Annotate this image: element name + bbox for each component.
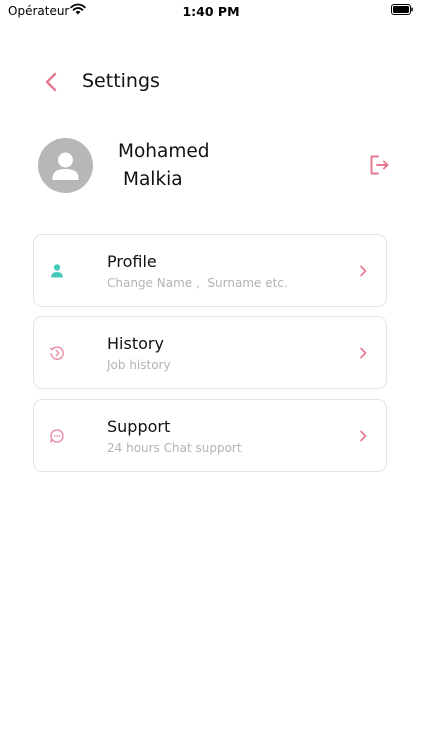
page-title: Settings <box>82 70 160 92</box>
status-time: 1:40 PM <box>182 4 240 19</box>
user-first-name: Mohamed <box>118 141 210 162</box>
menu-item-title: History <box>107 334 164 353</box>
user-last-name: Malkia <box>123 169 183 190</box>
menu-item-subtitle: 24 hours Chat support <box>107 441 242 455</box>
menu-item-title: Profile <box>107 252 157 271</box>
menu-item-profile[interactable]: Profile Change Name , Surname etc. <box>33 234 387 307</box>
status-bar: Opérateur 1:40 PM <box>0 0 422 24</box>
chat-icon <box>50 429 64 443</box>
history-icon <box>49 346 64 360</box>
menu-item-subtitle: Job history <box>107 358 171 372</box>
chevron-right-icon <box>360 265 367 277</box>
user-icon <box>51 264 63 278</box>
logout-button[interactable] <box>368 154 392 176</box>
menu-item-title: Support <box>107 417 171 436</box>
chevron-left-icon <box>45 72 57 92</box>
menu-item-history[interactable]: History Job history <box>33 316 387 389</box>
chevron-right-icon <box>360 430 367 442</box>
person-icon <box>52 152 79 180</box>
back-button[interactable] <box>38 68 64 96</box>
menu-item-subtitle: Change Name , Surname etc. <box>107 276 288 290</box>
menu-item-support[interactable]: Support 24 hours Chat support <box>33 399 387 472</box>
logout-icon <box>370 155 389 175</box>
chevron-right-icon <box>360 347 367 359</box>
avatar <box>38 138 93 193</box>
battery-icon <box>391 4 413 15</box>
